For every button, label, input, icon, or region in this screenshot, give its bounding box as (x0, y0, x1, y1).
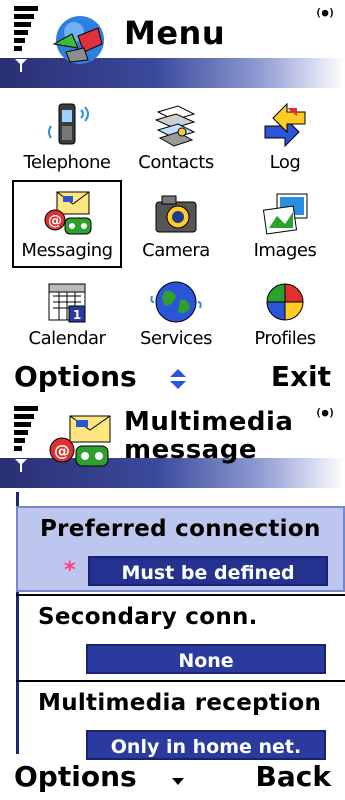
menu-item-camera[interactable]: Camera (121, 180, 231, 268)
menu-item-log[interactable]: Log (230, 92, 340, 180)
page-title: Menu (124, 14, 226, 52)
menu-item-services[interactable]: Services (121, 268, 231, 356)
menu-item-label: Contacts (138, 152, 214, 173)
menu-item-label: Images (253, 240, 317, 261)
svg-text:1: 1 (73, 308, 81, 322)
mms-settings-screen: (●) @ Multimedia message Preferred conne… (0, 400, 345, 800)
page-title-line2: message (124, 435, 257, 465)
page-title-line1: Multimedia (124, 407, 294, 437)
svg-text:@: @ (54, 441, 70, 460)
log-icon (264, 102, 306, 148)
contacts-icon (154, 105, 196, 147)
softkey-bar: Options Exit (0, 356, 345, 400)
menu-app-icon (52, 16, 104, 64)
options-softkey[interactable]: Options (14, 760, 137, 793)
antenna-icon (15, 459, 27, 472)
menu-item-label: Services (140, 328, 212, 349)
menu-item-messaging[interactable]: @ Messaging (12, 180, 122, 268)
globe-icon (150, 281, 202, 323)
menu-item-profiles[interactable]: Profiles (230, 268, 340, 356)
menu-item-telephone[interactable]: Telephone (12, 92, 122, 180)
back-softkey[interactable]: Back (256, 760, 331, 793)
telephone-icon (48, 103, 89, 145)
camera-icon (155, 195, 197, 233)
page-title: Multimedia message (124, 408, 293, 464)
settings-list: Preferred connection * Must be defined S… (16, 506, 345, 762)
calendar-icon: 1 (48, 283, 86, 323)
menu-item-label: Messaging (21, 240, 113, 261)
battery-indicator: (●) (315, 406, 335, 419)
messaging-icon: @ (44, 191, 92, 235)
options-softkey[interactable]: Options (14, 360, 137, 393)
setting-label: Preferred connection (40, 516, 321, 542)
menu-item-label: Telephone (23, 152, 111, 173)
setting-secondary-connection[interactable]: Secondary conn. None (16, 596, 345, 682)
menu-item-label: Calendar (28, 328, 106, 349)
antenna-icon (15, 59, 27, 72)
exit-softkey[interactable]: Exit (271, 360, 331, 393)
menu-item-label: Camera (142, 240, 210, 261)
setting-value: Must be defined (88, 556, 328, 586)
battery-indicator: (●) (315, 6, 335, 19)
menu-item-calendar[interactable]: 1 Calendar (12, 268, 122, 356)
menu-item-label: Profiles (254, 328, 316, 349)
softkey-bar: Options Back (0, 756, 345, 800)
menu-item-images[interactable]: Images (230, 180, 340, 268)
setting-preferred-connection[interactable]: Preferred connection * Must be defined (16, 506, 345, 592)
scroll-down-arrow-icon (172, 778, 184, 785)
setting-value: None (86, 644, 326, 674)
signal-strength-icon (14, 406, 38, 456)
menu-item-contacts[interactable]: Contacts (121, 92, 231, 180)
svg-text:@: @ (48, 213, 62, 229)
menu-item-label: Log (269, 152, 301, 173)
setting-label: Secondary conn. (38, 604, 258, 630)
menu-grid: Telephone Contacts Log @ Messaging Camer… (12, 92, 340, 356)
required-marker: * (64, 558, 76, 583)
signal-strength-icon (14, 6, 38, 56)
messaging-icon: @ (49, 415, 111, 467)
menu-screen: (●) Menu Telephone Contacts Log @ Messag… (0, 0, 345, 400)
images-icon (262, 193, 308, 235)
profiles-icon (266, 283, 304, 321)
setting-label: Multimedia reception (38, 690, 322, 716)
navigation-arrows-icon (170, 369, 186, 389)
